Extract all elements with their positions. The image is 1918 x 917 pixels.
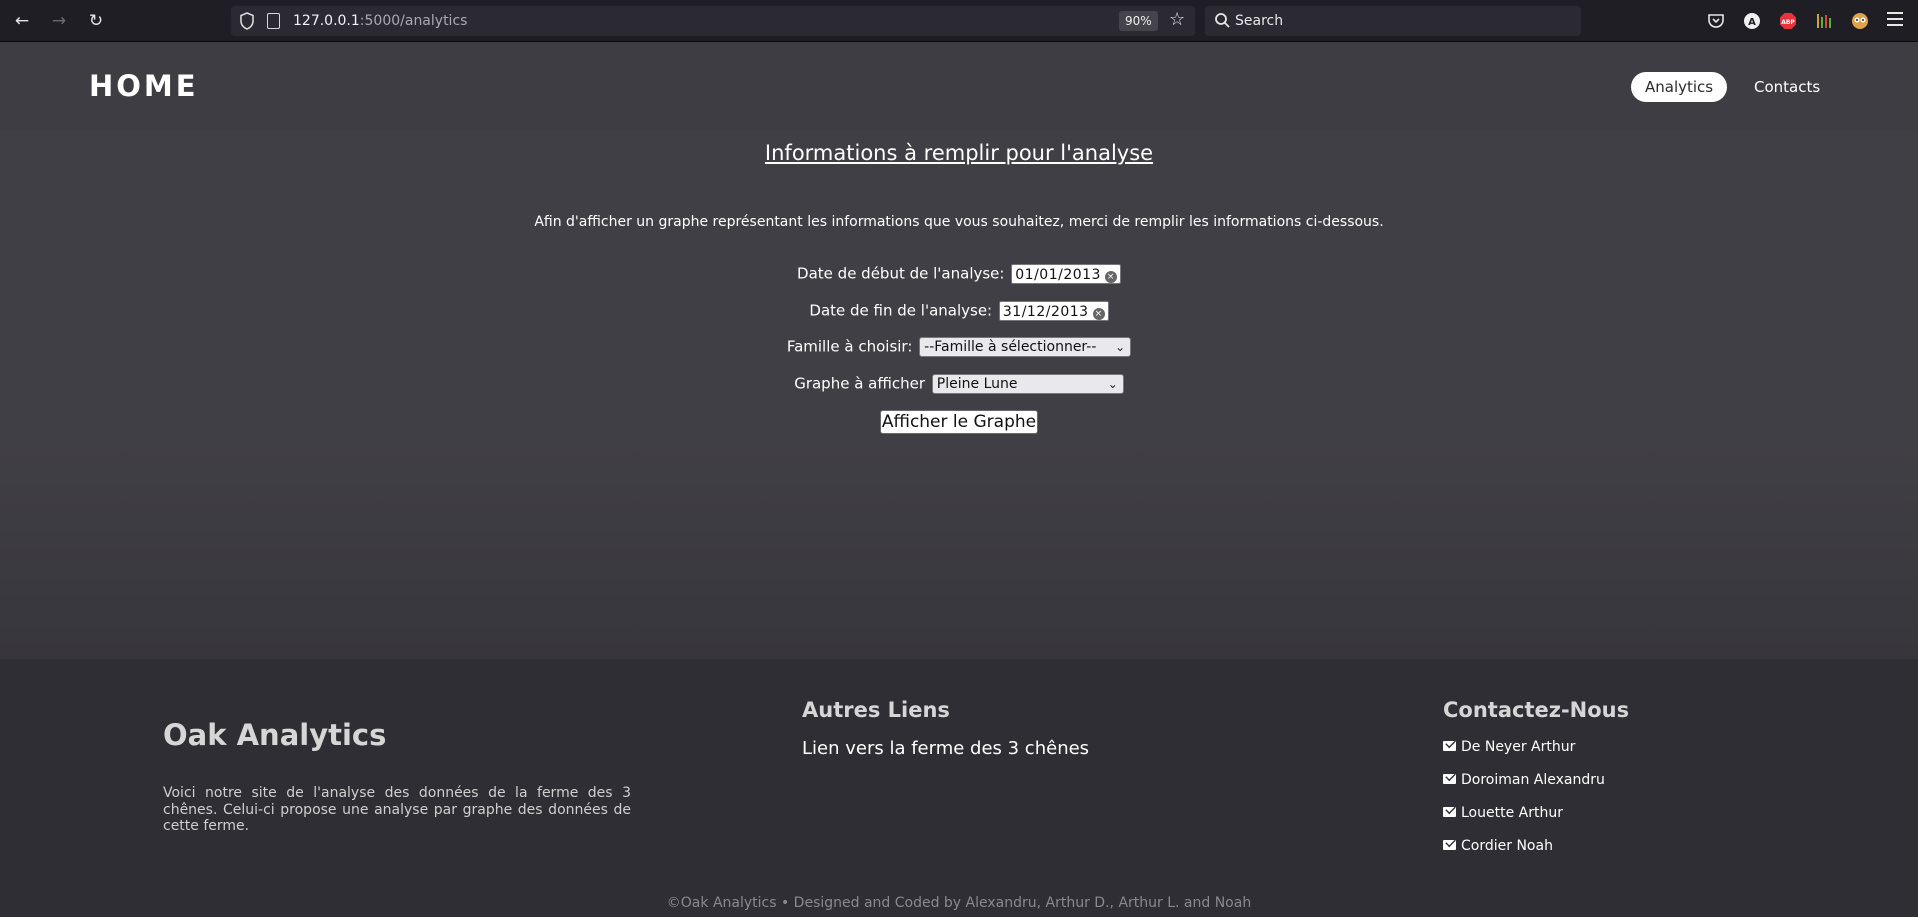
adblock-icon[interactable]: ABP xyxy=(1779,12,1797,30)
equalizer-icon[interactable] xyxy=(1815,12,1833,30)
search-icon xyxy=(1215,13,1230,28)
browser-search[interactable]: Search xyxy=(1205,6,1581,36)
graph-select-value: Pleine Lune xyxy=(936,376,1018,392)
end-date-value: 31/12/2013 xyxy=(1002,304,1089,320)
family-select[interactable]: --Famille à sélectionner-- ⌄ xyxy=(919,337,1132,357)
start-date-row: Date de début de l'analyse: 01/01/2013 × xyxy=(0,264,1918,284)
footer-brand: Oak Analytics xyxy=(163,718,387,752)
home-link[interactable]: HOME xyxy=(89,69,199,103)
clear-start-date-icon[interactable]: × xyxy=(1104,271,1117,283)
copyright: ©Oak Analytics • Designed and Coded by A… xyxy=(666,895,1252,911)
address-bar[interactable]: 127.0.0.1:5000/analytics 90% ☆ xyxy=(231,6,1195,36)
submit-row: Afficher le Graphe xyxy=(0,410,1918,434)
contact-heading: Contactez-Nous xyxy=(1443,698,1630,722)
envelope-icon xyxy=(1443,774,1456,784)
graph-label: Graphe à afficher xyxy=(794,374,926,393)
clear-end-date-icon[interactable]: × xyxy=(1092,308,1105,320)
nav-analytics[interactable]: Analytics xyxy=(1631,72,1728,102)
pocket-icon[interactable] xyxy=(1707,12,1725,30)
page-title: Informations à remplir pour l'analyse xyxy=(764,141,1154,165)
end-date-row: Date de fin de l'analyse: 31/12/2013 × xyxy=(0,301,1918,321)
url-host: 127.0.0.1 xyxy=(293,13,360,29)
menu-icon[interactable] xyxy=(1887,12,1903,26)
search-placeholder: Search xyxy=(1235,13,1284,29)
contact-item[interactable]: Cordier Noah xyxy=(1443,838,1553,854)
svg-text:A: A xyxy=(1748,17,1756,28)
url-text[interactable]: 127.0.0.1:5000/analytics xyxy=(293,13,467,29)
browser-toolbar: ← → ↻ 127.0.0.1:5000/analytics 90% ☆ Sea… xyxy=(0,0,1918,42)
footer-description: Voici notre site de l'analyse des donnée… xyxy=(163,785,631,834)
bookmark-star-icon[interactable]: ☆ xyxy=(1169,9,1185,30)
end-date-input[interactable]: 31/12/2013 × xyxy=(998,301,1109,321)
family-label: Famille à choisir: xyxy=(786,337,913,356)
shield-icon[interactable] xyxy=(239,12,255,30)
family-row: Famille à choisir: --Famille à sélection… xyxy=(0,337,1918,357)
contact-item[interactable]: Doroiman Alexandru xyxy=(1443,772,1605,788)
analytics-form-section: Informations à remplir pour l'analyse Af… xyxy=(0,129,1918,659)
end-date-label: Date de fin de l'analyse: xyxy=(809,301,993,320)
farm-link[interactable]: Lien vers la ferme des 3 chênes xyxy=(802,738,1089,759)
start-date-input[interactable]: 01/01/2013 × xyxy=(1011,264,1121,284)
url-path: :5000/analytics xyxy=(359,13,468,29)
contact-name: Doroiman Alexandru xyxy=(1461,772,1605,788)
account-icon[interactable]: A xyxy=(1743,12,1761,30)
zoom-badge[interactable]: 90% xyxy=(1119,11,1158,31)
start-date-value: 01/01/2013 xyxy=(1015,267,1101,283)
chevron-down-icon: ⌄ xyxy=(1115,340,1126,354)
envelope-icon xyxy=(1443,807,1456,817)
footer: Oak Analytics Voici notre site de l'anal… xyxy=(0,659,1918,917)
intro-text: Afin d'afficher un graphe représentant l… xyxy=(534,214,1384,230)
forward-icon[interactable]: → xyxy=(49,11,69,31)
site-navbar: HOME Analytics Contacts xyxy=(0,42,1918,129)
family-select-value: --Famille à sélectionner-- xyxy=(924,339,1097,355)
contact-name: Louette Arthur xyxy=(1461,805,1563,821)
nav-contacts[interactable]: Contacts xyxy=(1740,72,1834,102)
show-graph-button[interactable]: Afficher le Graphe xyxy=(879,410,1039,434)
svg-text:ABP: ABP xyxy=(1781,19,1795,26)
page-icon xyxy=(267,13,280,29)
contact-name: De Neyer Arthur xyxy=(1461,739,1576,755)
chevron-down-icon: ⌄ xyxy=(1107,377,1118,391)
extension-face-icon[interactable] xyxy=(1851,12,1869,30)
reload-icon[interactable]: ↻ xyxy=(86,11,106,31)
start-date-label: Date de début de l'analyse: xyxy=(797,264,1005,283)
other-links-heading: Autres Liens xyxy=(802,698,950,722)
graph-row: Graphe à afficher Pleine Lune ⌄ xyxy=(0,374,1918,394)
envelope-icon xyxy=(1443,840,1456,850)
back-icon[interactable]: ← xyxy=(12,11,32,31)
contact-item[interactable]: Louette Arthur xyxy=(1443,805,1563,821)
contact-name: Cordier Noah xyxy=(1461,838,1553,854)
envelope-icon xyxy=(1443,741,1456,751)
contact-item[interactable]: De Neyer Arthur xyxy=(1443,739,1575,755)
graph-select[interactable]: Pleine Lune ⌄ xyxy=(931,374,1124,394)
